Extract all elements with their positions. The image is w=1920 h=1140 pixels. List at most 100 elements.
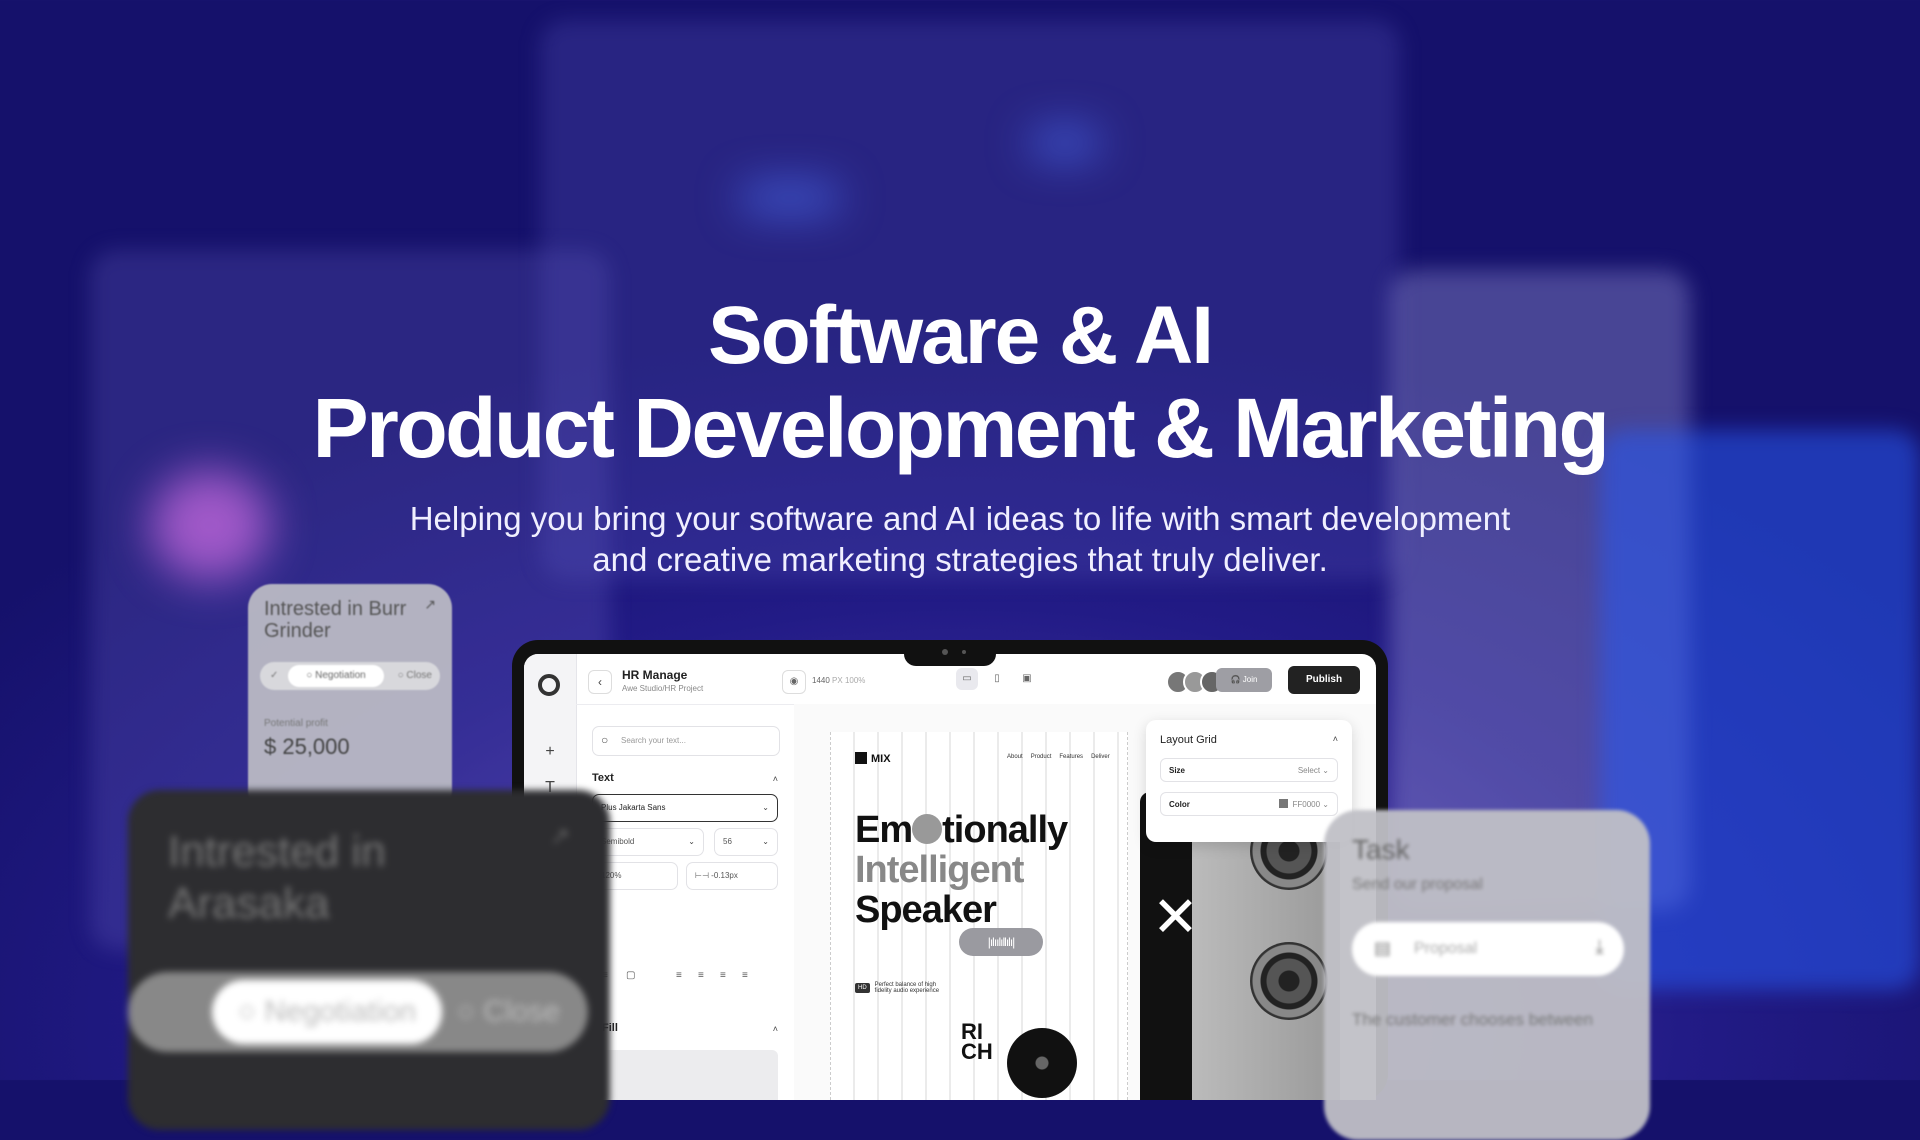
app-logo-icon[interactable]: [538, 674, 560, 696]
smile-emoji-icon: [912, 814, 943, 844]
tablet-device-icon[interactable]: ▣: [1016, 668, 1038, 690]
heading-line2: Intelligent: [855, 849, 1024, 891]
layout-grid-title: Layout Grid: [1160, 734, 1217, 746]
headphones-icon: 🎧: [1230, 675, 1241, 684]
chevron-up-icon[interactable]: ˄: [773, 774, 778, 784]
font-size-value: 56: [723, 837, 732, 846]
deal-card-burr-grinder[interactable]: Intrested in Burr Grinder ↗ ✓ ○ Negotiat…: [248, 584, 452, 814]
canvas-dimensions: 1440 PX 100%: [812, 676, 865, 685]
heading-line3: Speaker: [855, 889, 997, 931]
mobile-device-icon[interactable]: ▯: [986, 668, 1008, 690]
letter-spacing-value: -0.13px: [711, 871, 738, 880]
grid-size-select[interactable]: Size Select ⌄: [1160, 758, 1338, 782]
document-icon: ▤: [1374, 938, 1392, 958]
hd-feature: HD Perfect balance of high fidelity audio …: [855, 982, 939, 994]
deal-card-arasaka[interactable]: Intrested in Arasaka ↗ ○ Negotiation ○ C…: [128, 790, 610, 1130]
proposal-file[interactable]: ▤ Proposal ⤓: [1352, 922, 1624, 976]
file-label: Proposal: [1414, 940, 1478, 957]
laptop-notch: [904, 640, 996, 666]
chevron-up-icon[interactable]: ˄: [1333, 734, 1338, 744]
search-input[interactable]: ○ Search your text...: [592, 726, 780, 756]
laptop-mockup: + T ‹ HR Manage Awe Studio/HR Project ◉ …: [512, 640, 1388, 1100]
font-size-select[interactable]: 56 ⌄: [714, 828, 778, 856]
zoom-level[interactable]: 100%: [845, 676, 865, 685]
text-box-icon[interactable]: ▢: [626, 970, 635, 981]
editor-screen: + T ‹ HR Manage Awe Studio/HR Project ◉ …: [524, 654, 1376, 1100]
hero-title-line1: Software & AI: [707, 290, 1214, 381]
font-family-select[interactable]: Plus Jakarta Sans ⌄: [592, 794, 778, 822]
hero-title-line2: Product Development & Marketing: [312, 381, 1610, 475]
deal-title: Intrested in Burr Grinder: [264, 598, 407, 642]
task-question: The customer chooses between: [1352, 1010, 1593, 1029]
stage-close[interactable]: ○ Close: [398, 665, 432, 687]
chevron-down-icon: ⌄: [688, 837, 695, 846]
device-switcher: ▭ ▯ ▣: [956, 668, 1046, 690]
brand-logo: MIX: [855, 752, 891, 765]
join-label: Join: [1242, 675, 1258, 684]
fill-preview[interactable]: [592, 1050, 778, 1100]
stage-label: Negotiation: [264, 995, 417, 1028]
chevron-down-icon: ⌄: [1322, 766, 1329, 775]
deal-stage-toggle: ✓ ○ Negotiation ○ Close: [260, 662, 440, 690]
grid-color-select[interactable]: Color FF0000 ⌄: [1160, 792, 1338, 816]
search-placeholder: Search your text...: [621, 736, 686, 745]
back-button[interactable]: ‹: [588, 670, 612, 694]
project-info: HR Manage Awe Studio/HR Project: [622, 668, 703, 693]
artboard-nav: About Product Features Deliver: [1007, 754, 1118, 760]
arrow-up-right-icon[interactable]: ↗: [550, 822, 570, 851]
align-right-icon[interactable]: ≡: [720, 970, 726, 981]
align-justify-icon[interactable]: ≡: [742, 970, 748, 981]
grid-size-label: Size: [1169, 766, 1186, 775]
deal-stage-toggle: ○ Negotiation ○ Close: [128, 972, 588, 1052]
deal-title: Intrested in Arasaka: [168, 827, 386, 928]
project-path: Awe Studio/HR Project: [622, 684, 704, 693]
vinyl-record-image: [1007, 1028, 1077, 1098]
hero-subtitle: Helping you bring your software and AI i…: [0, 498, 1920, 580]
nav-item: Product: [1030, 754, 1052, 760]
nav-item: Features: [1059, 754, 1084, 760]
stage-negotiation[interactable]: ○ Negotiation: [212, 980, 442, 1044]
add-icon[interactable]: +: [538, 740, 562, 764]
heading-part: tionally: [942, 809, 1068, 851]
task-card[interactable]: Task Send our proposal ▤ Proposal ⤓ The …: [1324, 810, 1650, 1140]
stage-close[interactable]: ○ Close: [457, 980, 560, 1044]
font-family-value: Plus Jakarta Sans: [601, 803, 666, 812]
stage-label: Close: [483, 995, 560, 1028]
artboard[interactable]: MIX About Product Features Deliver Em tional…: [830, 732, 1128, 1100]
grid-color-value: FF0000: [1292, 800, 1321, 809]
canvas-unit: PX: [832, 676, 843, 685]
chevron-down-icon: ⌄: [762, 803, 769, 812]
stage-negotiation[interactable]: ○ Negotiation: [288, 665, 384, 687]
design-canvas[interactable]: MIX About Product Features Deliver Em tional…: [794, 704, 1376, 1100]
chevron-up-icon[interactable]: ˄: [773, 1024, 778, 1034]
nav-item: Deliver: [1091, 754, 1110, 760]
artboard-heading: Em tionally Intelligent Speaker: [855, 809, 1068, 931]
layout-grid-popover: Layout Grid ˄ Size Select ⌄ Color FF0000…: [1146, 720, 1352, 842]
heading-part: Em: [855, 809, 913, 851]
audio-wave-icon: |ılıılıllılı|: [959, 928, 1043, 956]
speaker-cone: [1250, 942, 1328, 1020]
align-left-icon[interactable]: ≡: [676, 970, 682, 981]
stage-label: Close: [406, 670, 432, 681]
hero-subtitle-line1: Helping you bring your software and AI i…: [409, 500, 1511, 537]
letter-spacing-input[interactable]: ⊢⊣ -0.13px: [686, 862, 778, 890]
stage-label: Negotiation: [315, 670, 366, 681]
chevron-down-icon: ⌄: [762, 837, 769, 846]
preview-eye-icon[interactable]: ◉: [782, 670, 806, 694]
mix-logo-icon: [855, 752, 867, 764]
hero-subtitle-line2: and creative marketing strategies that t…: [592, 541, 1328, 578]
publish-button[interactable]: Publish: [1288, 666, 1360, 694]
align-center-icon[interactable]: ≡: [698, 970, 704, 981]
grid-color-label: Color: [1169, 800, 1190, 809]
arrow-up-right-icon[interactable]: ↗: [424, 596, 436, 613]
text-section-title: Text: [592, 772, 614, 784]
color-swatch: [1279, 799, 1289, 808]
background-button-glow: [740, 185, 840, 211]
grid-size-value: Select: [1297, 766, 1321, 775]
check-icon: ✓: [270, 670, 279, 681]
canvas-width: 1440: [812, 676, 830, 685]
join-button[interactable]: 🎧 Join: [1216, 668, 1272, 692]
desktop-device-icon[interactable]: ▭: [956, 668, 978, 690]
brand-x-icon: ✕: [1152, 885, 1199, 948]
download-icon[interactable]: ⤓: [1595, 936, 1604, 959]
